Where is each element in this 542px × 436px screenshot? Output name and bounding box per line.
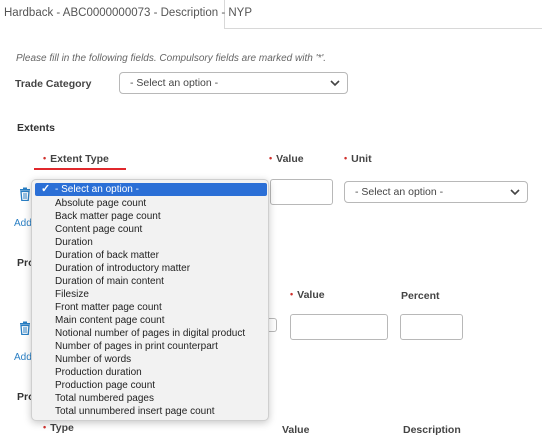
section3-value-label: Value (282, 424, 310, 436)
section2-percent-label: Percent (401, 290, 440, 302)
dropdown-option[interactable]: Number of words (35, 353, 267, 366)
extent-type-dropdown[interactable]: ✓ - Select an option - Absolute page cou… (31, 179, 269, 421)
extents-add-link[interactable]: Add (14, 218, 32, 229)
extent-unit-value: - Select an option - (355, 186, 444, 198)
checkmark-icon: ✓ (41, 183, 51, 195)
required-marker: • (290, 289, 294, 299)
required-marker: • (43, 422, 47, 432)
dropdown-option[interactable]: Filesize (35, 288, 267, 301)
dropdown-option[interactable]: Duration of introductory matter (35, 262, 267, 275)
trade-category-select[interactable]: - Select an option - (119, 72, 348, 94)
extent-value-label: • Value (269, 153, 304, 165)
dropdown-option[interactable]: Absolute page count (35, 197, 267, 210)
dropdown-option[interactable]: Duration of back matter (35, 249, 267, 262)
dropdown-option[interactable]: Total numbered pages (35, 392, 267, 405)
trade-category-value: - Select an option - (130, 77, 219, 89)
section2-value-label: • Value (290, 289, 325, 301)
trash-icon[interactable] (19, 321, 31, 335)
required-marker: • (344, 153, 348, 163)
extent-unit-select[interactable]: - Select an option - (344, 181, 528, 203)
chevron-down-icon (330, 80, 340, 87)
dropdown-option[interactable]: Duration (35, 236, 267, 249)
dropdown-option[interactable]: Duration of main content (35, 275, 267, 288)
extent-value-input[interactable] (270, 179, 333, 205)
required-marker: • (269, 153, 273, 163)
dropdown-option[interactable]: Notional number of pages in digital prod… (35, 327, 267, 340)
dropdown-option[interactable]: Production page count (35, 379, 267, 392)
dropdown-option[interactable]: Content page count (35, 223, 267, 236)
dropdown-option[interactable]: Number of pages in print counterpart (35, 340, 267, 353)
section2-add-link[interactable]: Add (14, 352, 32, 363)
dropdown-option[interactable]: Main content page count (35, 314, 267, 327)
dropdown-option[interactable]: Back matter page count (35, 210, 267, 223)
chevron-down-icon (510, 189, 520, 196)
dropdown-option-selected[interactable]: ✓ - Select an option - (35, 183, 267, 196)
extent-type-label: • Extent Type (43, 153, 109, 165)
trade-category-label: Trade Category (15, 78, 92, 90)
extent-type-underline (34, 168, 126, 170)
extent-unit-label: • Unit (344, 153, 372, 165)
tab-bar: Hardback - ABC0000000073 - Description -… (0, 0, 542, 29)
required-marker: • (43, 153, 47, 163)
extents-title: Extents (17, 122, 55, 134)
section2-value-input[interactable] (290, 314, 388, 340)
dropdown-option[interactable]: Front matter page count (35, 301, 267, 314)
section2-percent-input[interactable] (400, 314, 463, 340)
section3-description-label: Description (403, 424, 461, 436)
dropdown-option[interactable]: Total unnumbered insert page count (35, 405, 267, 418)
tab-label: Hardback - ABC0000000073 - Description -… (4, 7, 253, 19)
dropdown-option[interactable]: Production duration (35, 366, 267, 379)
form-instructions: Please fill in the following fields. Com… (16, 53, 327, 64)
trash-icon[interactable] (19, 187, 31, 201)
section3-type-label: • Type (43, 422, 74, 434)
tab-description[interactable]: Hardback - ABC0000000073 - Description -… (0, 0, 252, 29)
